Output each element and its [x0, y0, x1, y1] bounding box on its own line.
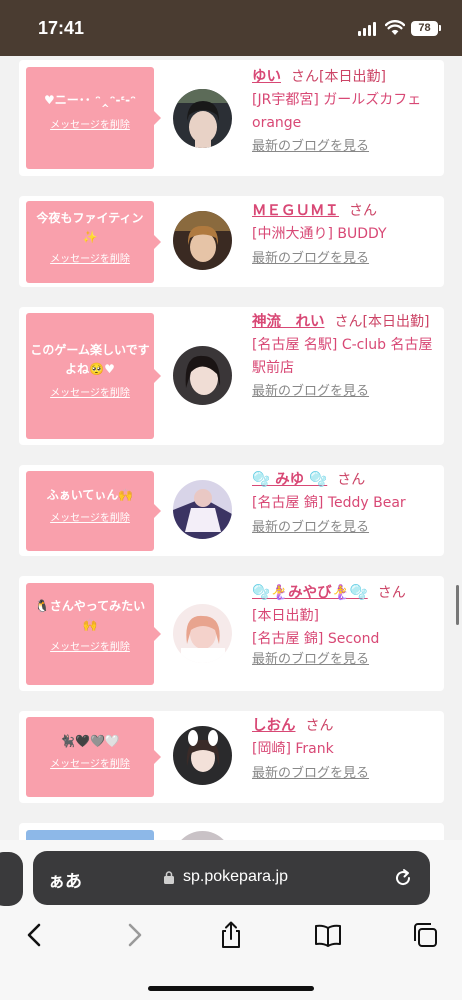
message-text: このゲーム楽しいですよね🥺♥: [30, 343, 150, 376]
girl-name-link[interactable]: ＭＥＧＵＭＩ: [252, 203, 339, 219]
latest-blog-link[interactable]: 最新のブログを見る: [252, 382, 438, 403]
shop-name: [名古屋 錦] Teddy Bear: [252, 495, 406, 512]
delete-message-link[interactable]: メッセージを削除: [50, 755, 130, 770]
latest-blog-link[interactable]: 最新のブログを見る: [252, 764, 438, 785]
lock-icon: [164, 871, 174, 884]
avatar[interactable]: [173, 480, 232, 539]
message-list: ♥ニー･･ ᵔ‸ᵔ-ᵋ-ᵔ メッセージを削除 ゆい さん[本日出勤] [JR宇都宮…: [0, 56, 462, 840]
girl-info: 🫧🧜‍♀️みやび🧜‍♀️🫧 さん [本日出勤] [名古屋 錦] Second 最新…: [252, 582, 438, 671]
delete-message-link[interactable]: メッセージを削除: [50, 638, 130, 653]
shop-name: [岡崎] Frank: [252, 741, 334, 758]
girl-info: ゆい さん[本日出勤] [JR宇都宮] ガールズカフェ orange 最新のブログ…: [252, 66, 438, 158]
girl-info: しおん さん [岡崎] Frank 最新のブログを見る: [252, 715, 438, 784]
latest-blog-link[interactable]: 最新のブログを見る: [252, 137, 438, 158]
girl-info: 神流 れい さん[本日出勤] [名古屋 名駅] C-club 名古屋駅前店 最新の…: [252, 311, 438, 403]
message-card: このゲーム楽しいですよね🥺♥ メッセージを削除 神流 れい さん[本日出勤] [名…: [19, 307, 444, 445]
san-label: さん: [305, 718, 334, 734]
message-bubble: ♥ニー･･ ᵔ‸ᵔ-ᵋ-ᵔ メッセージを削除: [26, 67, 161, 169]
message-bubble: 今夜もファイティン✨ メッセージを削除: [26, 201, 161, 283]
girl-name-link[interactable]: ゆい: [252, 69, 281, 85]
san-label: さん: [377, 585, 406, 601]
message-text: ♥ニー･･ ᵔ‸ᵔ-ᵋ-ᵔ: [44, 93, 136, 107]
shop-name: [中洲大通り] BUDDY: [252, 226, 387, 243]
shop-name: [JR宇都宮] ガールズカフェ orange: [252, 92, 422, 131]
message-bubble: [26, 830, 154, 840]
san-label: さん[本日出勤]: [291, 69, 386, 85]
wifi-icon: [385, 20, 405, 35]
message-card: 🐈‍⬛🖤🩶🤍 メッセージを削除 しおん さん [岡崎] Frank 最新のブログを…: [19, 711, 444, 803]
message-bubble: ふぁいてぃん🙌 メッセージを削除: [26, 471, 161, 551]
latest-blog-link[interactable]: 最新のブログを見る: [252, 650, 438, 671]
url-domain[interactable]: sp.pokepara.jp: [183, 868, 288, 886]
reload-icon[interactable]: [392, 867, 414, 889]
scrollbar[interactable]: [456, 585, 459, 625]
share-icon[interactable]: [216, 920, 246, 950]
girl-name-link[interactable]: 神流 れい: [252, 314, 325, 330]
message-card: 🐧さんやってみたい🙌 メッセージを削除 🫧🧜‍♀️みやび🧜‍♀️🫧 さん [本日出…: [19, 576, 444, 691]
girl-info: 🫧 みゆ 🫧 さん [名古屋 錦] Teddy Bear 最新のブログを見る: [252, 469, 438, 538]
shop-name: [名古屋 錦] Second: [252, 630, 380, 647]
message-bubble: 🐧さんやってみたい🙌 メッセージを削除: [26, 583, 161, 685]
delete-message-link[interactable]: メッセージを削除: [50, 116, 130, 131]
reader-options-button[interactable]: ぁあ: [48, 867, 82, 892]
browser-chrome: ぁあ sp.pokepara.jp: [0, 840, 462, 1000]
message-text: 🐧さんやってみたい🙌: [34, 599, 146, 632]
message-bubble: 🐈‍⬛🖤🩶🤍 メッセージを削除: [26, 717, 161, 797]
message-card: [19, 823, 444, 840]
avatar[interactable]: [173, 726, 232, 785]
tabs-icon[interactable]: [410, 920, 440, 950]
san-label: さん: [349, 203, 377, 219]
message-bubble: このゲーム楽しいですよね🥺♥ メッセージを削除: [26, 313, 161, 439]
avatar[interactable]: [173, 831, 232, 840]
message-text: 🐈‍⬛🖤🩶🤍: [60, 734, 120, 748]
avatar[interactable]: [173, 604, 232, 663]
cellular-signal-icon: [358, 22, 378, 36]
san-label: さん[本日出勤]: [334, 314, 430, 330]
message-text: 今夜もファイティン✨: [36, 211, 144, 244]
forward-icon[interactable]: [119, 920, 149, 950]
avatar[interactable]: [173, 89, 232, 148]
bookmarks-icon[interactable]: [313, 920, 343, 950]
message-card: ふぁいてぃん🙌 メッセージを削除 🫧 みゆ 🫧 さん [名古屋 錦] Teddy …: [19, 465, 444, 556]
work-status: [本日出勤]: [252, 608, 319, 625]
delete-message-link[interactable]: メッセージを削除: [50, 509, 130, 524]
girl-info: ＭＥＧＵＭＩ さん [中洲大通り] BUDDY 最新のブログを見る: [252, 200, 438, 269]
delete-message-link[interactable]: メッセージを削除: [50, 250, 130, 265]
girl-name-link[interactable]: しおん: [252, 718, 296, 734]
latest-blog-link[interactable]: 最新のブログを見る: [252, 249, 438, 270]
latest-blog-link[interactable]: 最新のブログを見る: [252, 518, 438, 539]
avatar[interactable]: [173, 211, 232, 270]
status-bar: 17:41 78: [0, 0, 462, 56]
battery-indicator: 78: [411, 21, 438, 36]
girl-name-link[interactable]: 🫧 みゆ 🫧: [252, 472, 327, 488]
previous-tab[interactable]: [0, 852, 23, 906]
girl-name-link[interactable]: 🫧🧜‍♀️みやび🧜‍♀️🫧: [252, 585, 368, 601]
delete-message-link[interactable]: メッセージを削除: [50, 384, 130, 399]
san-label: さん: [337, 472, 366, 488]
status-time: 17:41: [38, 18, 85, 38]
home-indicator: [148, 986, 314, 991]
address-bar[interactable]: ぁあ sp.pokepara.jp: [33, 851, 430, 905]
message-text: ふぁいてぃん🙌: [46, 488, 134, 502]
message-card: ♥ニー･･ ᵔ‸ᵔ-ᵋ-ᵔ メッセージを削除 ゆい さん[本日出勤] [JR宇都宮…: [19, 60, 444, 176]
message-card: 今夜もファイティン✨ メッセージを削除 ＭＥＧＵＭＩ さん [中洲大通り] BUD…: [19, 196, 444, 287]
back-icon[interactable]: [20, 920, 50, 950]
battery-tip: [439, 25, 441, 31]
shop-name: [名古屋 名駅] C-club 名古屋駅前店: [252, 337, 433, 376]
avatar[interactable]: [173, 346, 232, 405]
